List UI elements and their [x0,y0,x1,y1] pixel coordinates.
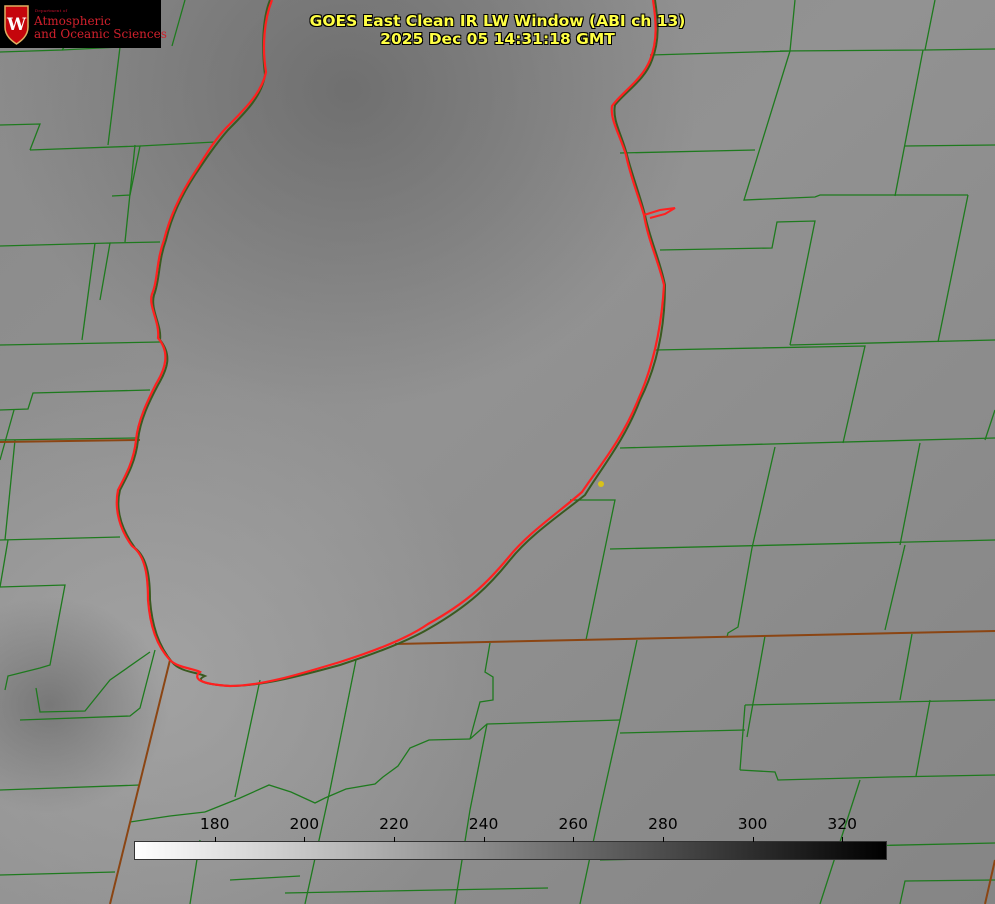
colorbar-tick-label: 300 [737,815,768,833]
colorbar-tick-label: 200 [289,815,320,833]
colorbar-tick-label: 320 [827,815,857,833]
colorbar-tick-mark [662,837,664,842]
colorbar-tick-label: 220 [379,815,409,833]
colorbar-tick-label: 180 [199,815,230,833]
image-title: GOES East Clean IR LW Window (ABI ch 13) [309,12,686,30]
cold-region-southwest [0,0,995,904]
colorbar-tick-mark [752,837,754,842]
temperature-colorbar [134,841,887,860]
colorbar-tick-mark [842,837,844,842]
station-marker [598,481,604,487]
colorbar-tick-mark [483,837,485,842]
colorbar-tick-mark [393,837,395,842]
colorbar-tick-label: 240 [468,815,499,833]
image-timestamp: 2025 Dec 05 14:31:18 GMT [380,30,615,48]
colorbar-tick-mark [214,837,216,842]
colorbar-tick-label: 260 [558,815,589,833]
colorbar-tick-label: 280 [648,815,678,833]
satellite-map [0,0,995,904]
colorbar-tick-mark [573,837,575,842]
colorbar-tick-mark [304,837,306,842]
